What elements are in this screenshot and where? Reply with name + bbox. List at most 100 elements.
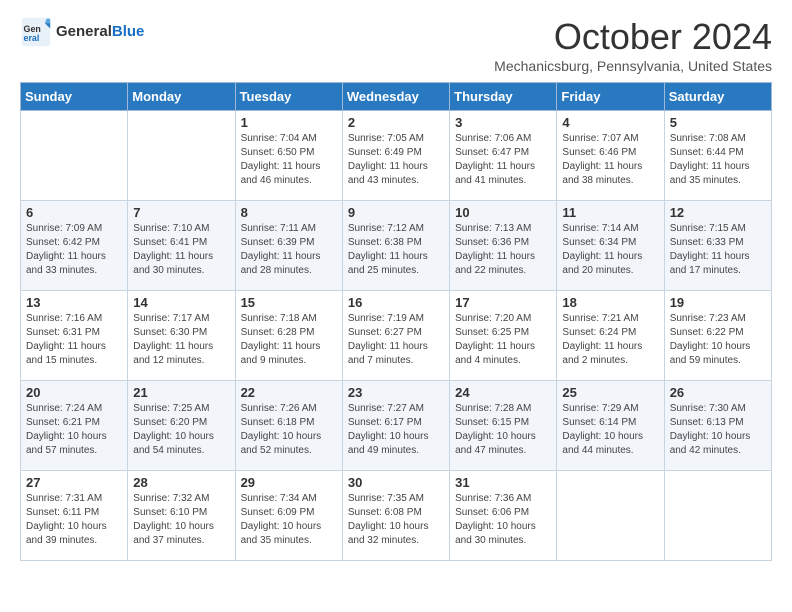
sunset-text: Sunset: 6:06 PM bbox=[455, 507, 529, 518]
day-header-wednesday: Wednesday bbox=[342, 83, 449, 111]
day-info: Sunrise: 7:09 AMSunset: 6:42 PMDaylight:… bbox=[26, 222, 122, 278]
sunset-text: Sunset: 6:34 PM bbox=[562, 237, 636, 248]
sunset-text: Sunset: 6:39 PM bbox=[241, 237, 315, 248]
daylight-text: Daylight: 11 hours and 9 minutes. bbox=[241, 341, 321, 366]
sunset-text: Sunset: 6:13 PM bbox=[670, 417, 744, 428]
daylight-text: Daylight: 10 hours and 37 minutes. bbox=[133, 521, 214, 546]
sunset-text: Sunset: 6:46 PM bbox=[562, 147, 636, 158]
calendar-cell: 28 Sunrise: 7:32 AMSunset: 6:10 PMDayligh… bbox=[128, 471, 235, 561]
location: Mechanicsburg, Pennsylvania, United Stat… bbox=[494, 58, 772, 74]
day-info: Sunrise: 7:20 AM Sunset: 6:25 PM Daylight:… bbox=[455, 312, 551, 368]
calendar: SundayMondayTuesdayWednesdayThursdayFrid… bbox=[20, 82, 772, 561]
sunset-text: Sunset: 6:21 PM bbox=[26, 417, 100, 428]
sunrise-text: Sunrise: 7:25 AM bbox=[133, 403, 209, 414]
day-info: Sunrise: 7:13 AMSunset: 6:36 PMDaylight:… bbox=[455, 222, 551, 278]
sunrise-text: Sunrise: 7:16 AM bbox=[26, 313, 102, 324]
day-info: Sunrise: 7:24 AM Sunset: 6:21 PM Daylight:… bbox=[26, 402, 122, 458]
day-number: 3 bbox=[455, 115, 551, 130]
sunset-text: Sunset: 6:49 PM bbox=[348, 147, 422, 158]
sunrise-text: Sunrise: 7:07 AM bbox=[562, 133, 638, 144]
sunrise-text: Sunrise: 7:13 AM bbox=[455, 223, 531, 234]
logo-general: General bbox=[56, 23, 112, 40]
daylight-text: Daylight: 10 hours and 44 minutes. bbox=[562, 431, 643, 456]
logo-icon: Gen eral bbox=[20, 16, 52, 48]
sunset-text: Sunset: 6:47 PM bbox=[455, 147, 529, 158]
sunset-text: Sunset: 6:20 PM bbox=[133, 417, 207, 428]
day-number: 8 bbox=[241, 205, 337, 220]
day-number: 7 bbox=[133, 205, 229, 220]
day-number: 19 bbox=[670, 295, 766, 310]
day-info: Sunrise: 7:27 AMSunset: 6:17 PMDaylight:… bbox=[348, 402, 444, 458]
day-number: 15 bbox=[241, 295, 337, 310]
calendar-cell: 16Sunrise: 7:19 AMSunset: 6:27 PMDayligh… bbox=[342, 291, 449, 381]
calendar-cell: 6Sunrise: 7:09 AMSunset: 6:42 PMDaylight… bbox=[21, 201, 128, 291]
day-info: Sunrise: 7:32 AMSunset: 6:10 PMDaylight:… bbox=[133, 492, 229, 548]
sunrise-text: Sunrise: 7:11 AM bbox=[241, 223, 316, 234]
calendar-week-5: 27Sunrise: 7:31 AMSunset: 6:11 PMDayligh… bbox=[21, 471, 772, 561]
sunrise-text: Sunrise: 7:14 AM bbox=[562, 223, 638, 234]
sunset-text: Sunset: 6:41 PM bbox=[133, 237, 207, 248]
daylight-text: Daylight: 11 hours and 33 minutes. bbox=[26, 251, 106, 276]
daylight-text: Daylight: 11 hours and 28 minutes. bbox=[241, 251, 321, 276]
day-number: 28 bbox=[133, 475, 229, 490]
day-info: Sunrise: 7:08 AMSunset: 6:44 PMDaylight:… bbox=[670, 132, 766, 188]
daylight-text: Daylight: 10 hours and 49 minutes. bbox=[348, 431, 429, 456]
calendar-week-4: 20 Sunrise: 7:24 AM Sunset: 6:21 PM Dayligh… bbox=[21, 381, 772, 471]
sunset-text: Sunset: 6:24 PM bbox=[562, 327, 636, 338]
sunset-text: Sunset: 6:31 PM bbox=[26, 327, 100, 338]
day-info: Sunrise: 7:21 AMSunset: 6:24 PMDaylight:… bbox=[562, 312, 658, 368]
calendar-cell: 31Sunrise: 7:36 AMSunset: 6:06 PMDayligh… bbox=[450, 471, 557, 561]
sunset-text: Sunset: 6:10 PM bbox=[133, 507, 207, 518]
day-number: 20 bbox=[26, 385, 122, 400]
sunset-text: Sunset: 6:28 PM bbox=[241, 327, 315, 338]
sunrise-text: Sunrise: 7:17 AM bbox=[133, 313, 209, 324]
day-header-saturday: Saturday bbox=[664, 83, 771, 111]
calendar-cell: 25Sunrise: 7:29 AMSunset: 6:14 PMDayligh… bbox=[557, 381, 664, 471]
page-header: Gen eral GeneralBlue October 2024 Mechan… bbox=[20, 16, 772, 74]
daylight-text: Daylight: 11 hours and 4 minutes. bbox=[455, 341, 535, 366]
day-header-friday: Friday bbox=[557, 83, 664, 111]
calendar-cell: 22Sunrise: 7:26 AMSunset: 6:18 PMDayligh… bbox=[235, 381, 342, 471]
daylight-text: Daylight: 10 hours and 47 minutes. bbox=[455, 431, 536, 456]
day-info: Sunrise: 7:04 AMSunset: 6:50 PMDaylight:… bbox=[241, 132, 337, 188]
calendar-cell bbox=[128, 111, 235, 201]
title-block: October 2024 Mechanicsburg, Pennsylvania… bbox=[494, 16, 772, 74]
sunset-text: Sunset: 6:36 PM bbox=[455, 237, 529, 248]
day-number: 29 bbox=[241, 475, 337, 490]
calendar-cell bbox=[557, 471, 664, 561]
sunrise-text: Sunrise: 7:09 AM bbox=[26, 223, 102, 234]
sunset-text: Sunset: 6:25 PM bbox=[455, 327, 529, 338]
daylight-text: Daylight: 11 hours and 30 minutes. bbox=[133, 251, 213, 276]
day-number: 16 bbox=[348, 295, 444, 310]
day-info: Sunrise: 7:16 AMSunset: 6:31 PMDaylight:… bbox=[26, 312, 122, 368]
logo-blue: Blue bbox=[112, 23, 145, 40]
daylight-text: Daylight: 11 hours and 38 minutes. bbox=[562, 161, 642, 186]
daylight-text: Daylight: 11 hours and 43 minutes. bbox=[348, 161, 428, 186]
day-info: Sunrise: 7:12 AMSunset: 6:38 PMDaylight:… bbox=[348, 222, 444, 278]
sunrise-text: Sunrise: 7:12 AM bbox=[348, 223, 424, 234]
daylight-text: Daylight: 11 hours and 17 minutes. bbox=[670, 251, 750, 276]
calendar-cell bbox=[21, 111, 128, 201]
daylight-text: Daylight: 10 hours and 57 minutes. bbox=[26, 431, 107, 456]
day-number: 26 bbox=[670, 385, 766, 400]
day-number: 23 bbox=[348, 385, 444, 400]
day-header-tuesday: Tuesday bbox=[235, 83, 342, 111]
calendar-cell: 23 Sunrise: 7:27 AMSunset: 6:17 PMDayligh… bbox=[342, 381, 449, 471]
day-info: Sunrise: 7:29 AMSunset: 6:14 PMDaylight:… bbox=[562, 402, 658, 458]
day-number: 9 bbox=[348, 205, 444, 220]
sunrise-text: Sunrise: 7:34 AM bbox=[241, 493, 317, 504]
sunset-text: Sunset: 6:38 PM bbox=[348, 237, 422, 248]
calendar-cell: 18Sunrise: 7:21 AMSunset: 6:24 PMDayligh… bbox=[557, 291, 664, 381]
calendar-cell: 5Sunrise: 7:08 AMSunset: 6:44 PMDaylight… bbox=[664, 111, 771, 201]
sunrise-text: Sunrise: 7:20 AM bbox=[455, 313, 531, 324]
calendar-cell: 20 Sunrise: 7:24 AM Sunset: 6:21 PM Dayligh… bbox=[21, 381, 128, 471]
sunset-text: Sunset: 6:22 PM bbox=[670, 327, 744, 338]
day-header-sunday: Sunday bbox=[21, 83, 128, 111]
sunrise-text: Sunrise: 7:18 AM bbox=[241, 313, 317, 324]
sunrise-text: Sunrise: 7:24 AM bbox=[26, 403, 102, 414]
calendar-cell: 9Sunrise: 7:12 AMSunset: 6:38 PMDaylight… bbox=[342, 201, 449, 291]
calendar-cell: 26Sunrise: 7:30 AMSunset: 6:13 PMDayligh… bbox=[664, 381, 771, 471]
daylight-text: Daylight: 10 hours and 52 minutes. bbox=[241, 431, 322, 456]
calendar-cell: 19Sunrise: 7:23 AMSunset: 6:22 PMDayligh… bbox=[664, 291, 771, 381]
day-number: 27 bbox=[26, 475, 122, 490]
